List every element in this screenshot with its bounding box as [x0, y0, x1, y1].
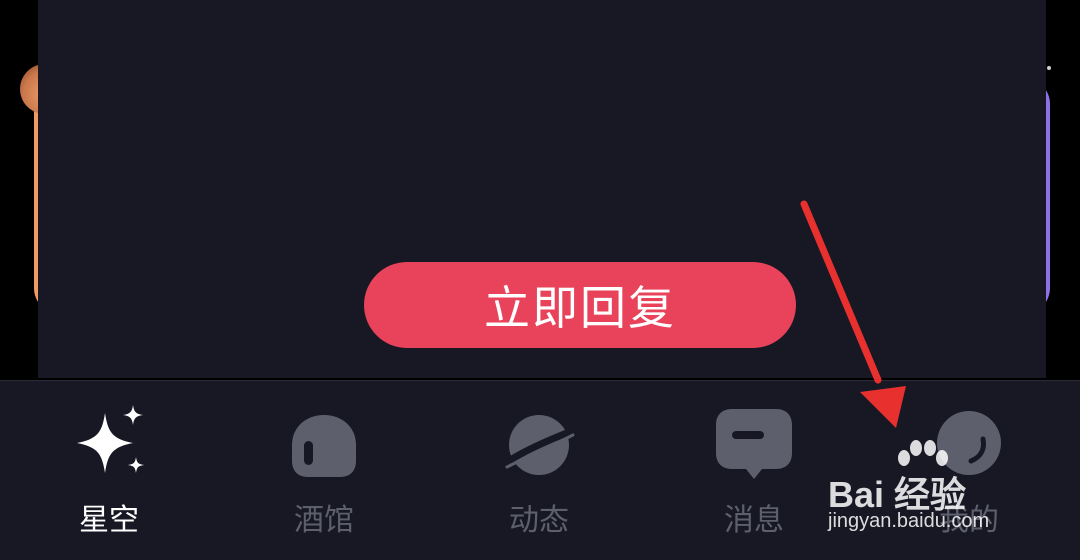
planet-icon [499, 415, 579, 475]
tab-messages[interactable]: 消息 [674, 381, 834, 560]
watermark-url: jingyan.baidu.com [828, 510, 990, 532]
sparkle-icon [77, 405, 144, 473]
tab-label: 消息 [724, 503, 784, 538]
indicator-dot [1047, 66, 1051, 70]
tab-label: 酒馆 [294, 503, 354, 538]
tab-label: 动态 [509, 503, 569, 538]
app-screen: 立即回复 星空 酒馆 动态 消息 我的 Bai 经验 jingyan.baidu… [0, 0, 1080, 560]
watermark: Bai 经验 jingyan.baidu.com [828, 440, 1048, 540]
tab-label: 星空 [79, 503, 139, 538]
reply-now-button[interactable]: 立即回复 [364, 262, 796, 348]
reply-dialog: 立即回复 [38, 0, 1046, 378]
tab-tavern[interactable]: 酒馆 [244, 381, 404, 560]
tab-moments[interactable]: 动态 [459, 381, 619, 560]
tavern-icon [292, 415, 356, 477]
message-icon [716, 409, 792, 479]
tab-starry-sky[interactable]: 星空 [29, 381, 189, 560]
